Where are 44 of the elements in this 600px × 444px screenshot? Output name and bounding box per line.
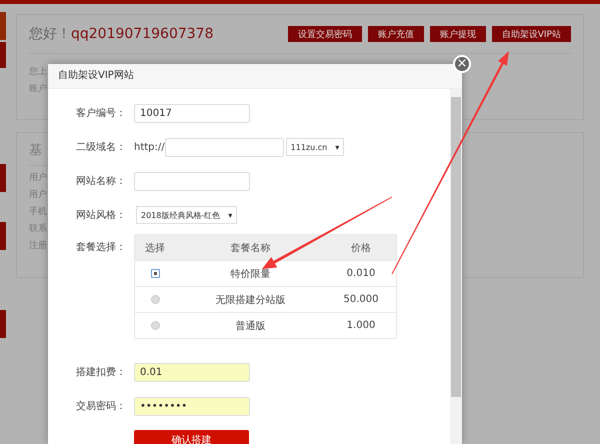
header-button[interactable]: 自助架设VIP站 bbox=[492, 26, 571, 42]
side-tab[interactable] bbox=[0, 12, 6, 40]
radio-button[interactable] bbox=[150, 320, 160, 330]
customer-id-field[interactable]: 10017 bbox=[134, 104, 250, 122]
field-label: 二级域名： bbox=[76, 140, 127, 154]
header-button[interactable]: 设置交易密码 bbox=[288, 26, 362, 42]
info-text: 账户 bbox=[29, 82, 47, 96]
field-label: 网站名称： bbox=[76, 174, 127, 188]
side-tab[interactable] bbox=[0, 164, 6, 192]
table-cell: 普通版 bbox=[175, 312, 326, 338]
info-text: 用户 bbox=[29, 188, 47, 202]
domain-select[interactable]: 111zu.cn ▾ bbox=[286, 138, 344, 156]
info-text: 您上 bbox=[29, 66, 47, 79]
site-name-field[interactable] bbox=[134, 172, 250, 190]
field-label: 交易密码： bbox=[76, 400, 127, 413]
side-tab[interactable] bbox=[0, 42, 6, 68]
password-field[interactable]: •••••••• bbox=[134, 396, 250, 416]
prefix-text: http:// bbox=[134, 142, 165, 152]
style-select[interactable]: 2018版经典风格-红色 ▾ bbox=[136, 206, 238, 224]
column-header: 选择 bbox=[134, 234, 175, 260]
column-header: 套餐名称 bbox=[175, 234, 326, 260]
radio-button[interactable] bbox=[150, 268, 160, 278]
table-cell: 50.000 bbox=[326, 286, 396, 312]
scrollbar[interactable] bbox=[450, 89, 462, 444]
header-button[interactable]: 账户提现 bbox=[430, 26, 486, 42]
header-button[interactable]: 账户充值 bbox=[368, 26, 424, 42]
table-cell: 无限搭建分站版 bbox=[175, 286, 326, 312]
subdomain-field[interactable] bbox=[164, 138, 284, 156]
side-tab[interactable] bbox=[0, 310, 6, 338]
side-tab[interactable] bbox=[0, 222, 6, 250]
field-label: 搭建扣费： bbox=[76, 366, 127, 379]
info-text: 手机 bbox=[29, 206, 47, 219]
fee-field[interactable]: 0.01 bbox=[134, 362, 250, 382]
field-label: 客户编号： bbox=[76, 106, 127, 120]
username: qq20190719607378 bbox=[71, 26, 214, 42]
table-cell: 1.000 bbox=[326, 312, 396, 338]
field-label: 套餐选择： bbox=[76, 240, 127, 254]
info-text: 注册 bbox=[29, 240, 47, 253]
column-header: 价格 bbox=[326, 234, 396, 260]
greeting: 您好！ bbox=[29, 26, 71, 42]
info-text: 联系 bbox=[29, 222, 47, 236]
field-label: 网站风格： bbox=[76, 208, 127, 222]
radio-button[interactable] bbox=[150, 294, 160, 304]
info-text: 用户 bbox=[29, 172, 47, 185]
